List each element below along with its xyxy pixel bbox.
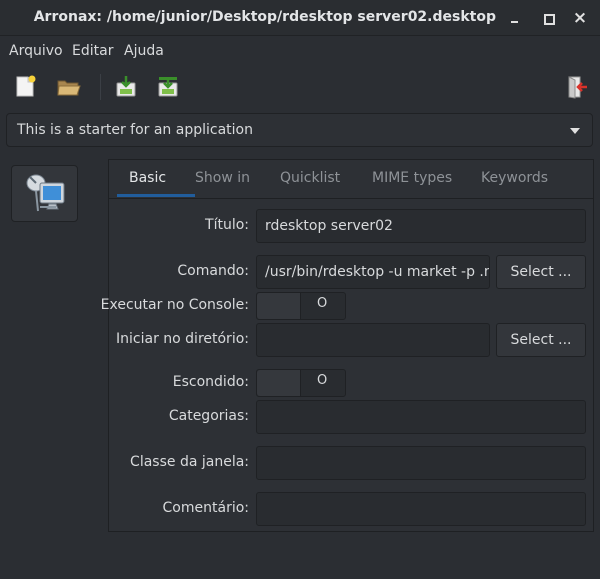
menu-bar: Arquivo Editar Ajuda	[0, 37, 600, 65]
starter-combobox[interactable]: This is a starter for an application	[6, 113, 593, 147]
switch-knob	[257, 293, 301, 319]
save-icon	[116, 76, 136, 97]
console-switch[interactable]: O	[256, 292, 346, 320]
comando-field[interactable]: /usr/bin/rdesktop -u market -p .ma	[256, 255, 490, 289]
titulo-value: rdesktop server02	[265, 218, 393, 234]
categorias-field[interactable]	[256, 400, 586, 434]
titulo-label: Título:	[205, 217, 249, 233]
tab-keywords[interactable]: Keywords	[481, 170, 548, 186]
menu-ajuda[interactable]: Ajuda	[124, 43, 164, 59]
diretorio-select-button[interactable]: Select ...	[496, 323, 586, 357]
categorias-label: Categorias:	[168, 408, 249, 424]
tab-show-in[interactable]: Show in	[195, 170, 250, 186]
toolbar-separator	[100, 74, 101, 100]
console-label: Executar no Console:	[100, 297, 249, 313]
escondido-switch[interactable]: O	[256, 369, 346, 397]
minimize-button[interactable]	[504, 8, 526, 28]
comentario-field[interactable]	[256, 492, 586, 526]
switch-off-indicator: O	[317, 373, 328, 388]
tab-quicklist[interactable]: Quicklist	[280, 170, 340, 186]
window-title: Arronax: /home/junior/Desktop/rdesktop s…	[33, 9, 496, 25]
save-button[interactable]	[113, 74, 139, 100]
tab-bar: Basic Show in Quicklist MIME types Keywo…	[109, 160, 593, 199]
maximize-button[interactable]	[537, 8, 559, 28]
menu-editar[interactable]: Editar	[72, 43, 113, 59]
switch-knob	[257, 370, 301, 396]
quit-icon	[568, 76, 587, 99]
active-tab-indicator	[117, 194, 195, 197]
diretorio-field[interactable]	[256, 323, 490, 357]
quit-button[interactable]	[563, 74, 589, 100]
classe-field[interactable]	[256, 446, 586, 480]
menu-arquivo[interactable]: Arquivo	[9, 43, 63, 59]
titulo-field[interactable]: rdesktop server02	[256, 209, 586, 243]
new-file-button[interactable]	[13, 74, 39, 100]
comando-value: /usr/bin/rdesktop -u market -p .ma	[265, 264, 490, 280]
save-as-icon	[158, 77, 178, 97]
app-icon-button[interactable]	[11, 165, 78, 222]
tab-basic[interactable]: Basic	[129, 170, 166, 186]
new-file-icon	[16, 75, 36, 97]
comentario-label: Comentário:	[162, 500, 249, 516]
comando-select-button[interactable]: Select ...	[496, 255, 586, 289]
switch-off-indicator: O	[317, 296, 328, 311]
close-button[interactable]: ×	[569, 8, 591, 28]
starter-selected-value: This is a starter for an application	[17, 122, 253, 138]
network-computer-icon	[26, 174, 65, 212]
open-folder-icon	[57, 80, 81, 96]
classe-label: Classe da janela:	[130, 454, 249, 470]
title-bar[interactable]: Arronax: /home/junior/Desktop/rdesktop s…	[0, 0, 600, 36]
open-button[interactable]	[56, 74, 82, 100]
save-as-button[interactable]	[155, 74, 181, 100]
escondido-label: Escondido:	[172, 374, 249, 390]
tab-mime-types[interactable]: MIME types	[372, 170, 452, 186]
toolbar	[0, 66, 600, 108]
chevron-down-icon	[570, 128, 580, 134]
comando-label: Comando:	[177, 263, 249, 279]
diretorio-label: Iniciar no diretório:	[116, 331, 249, 347]
